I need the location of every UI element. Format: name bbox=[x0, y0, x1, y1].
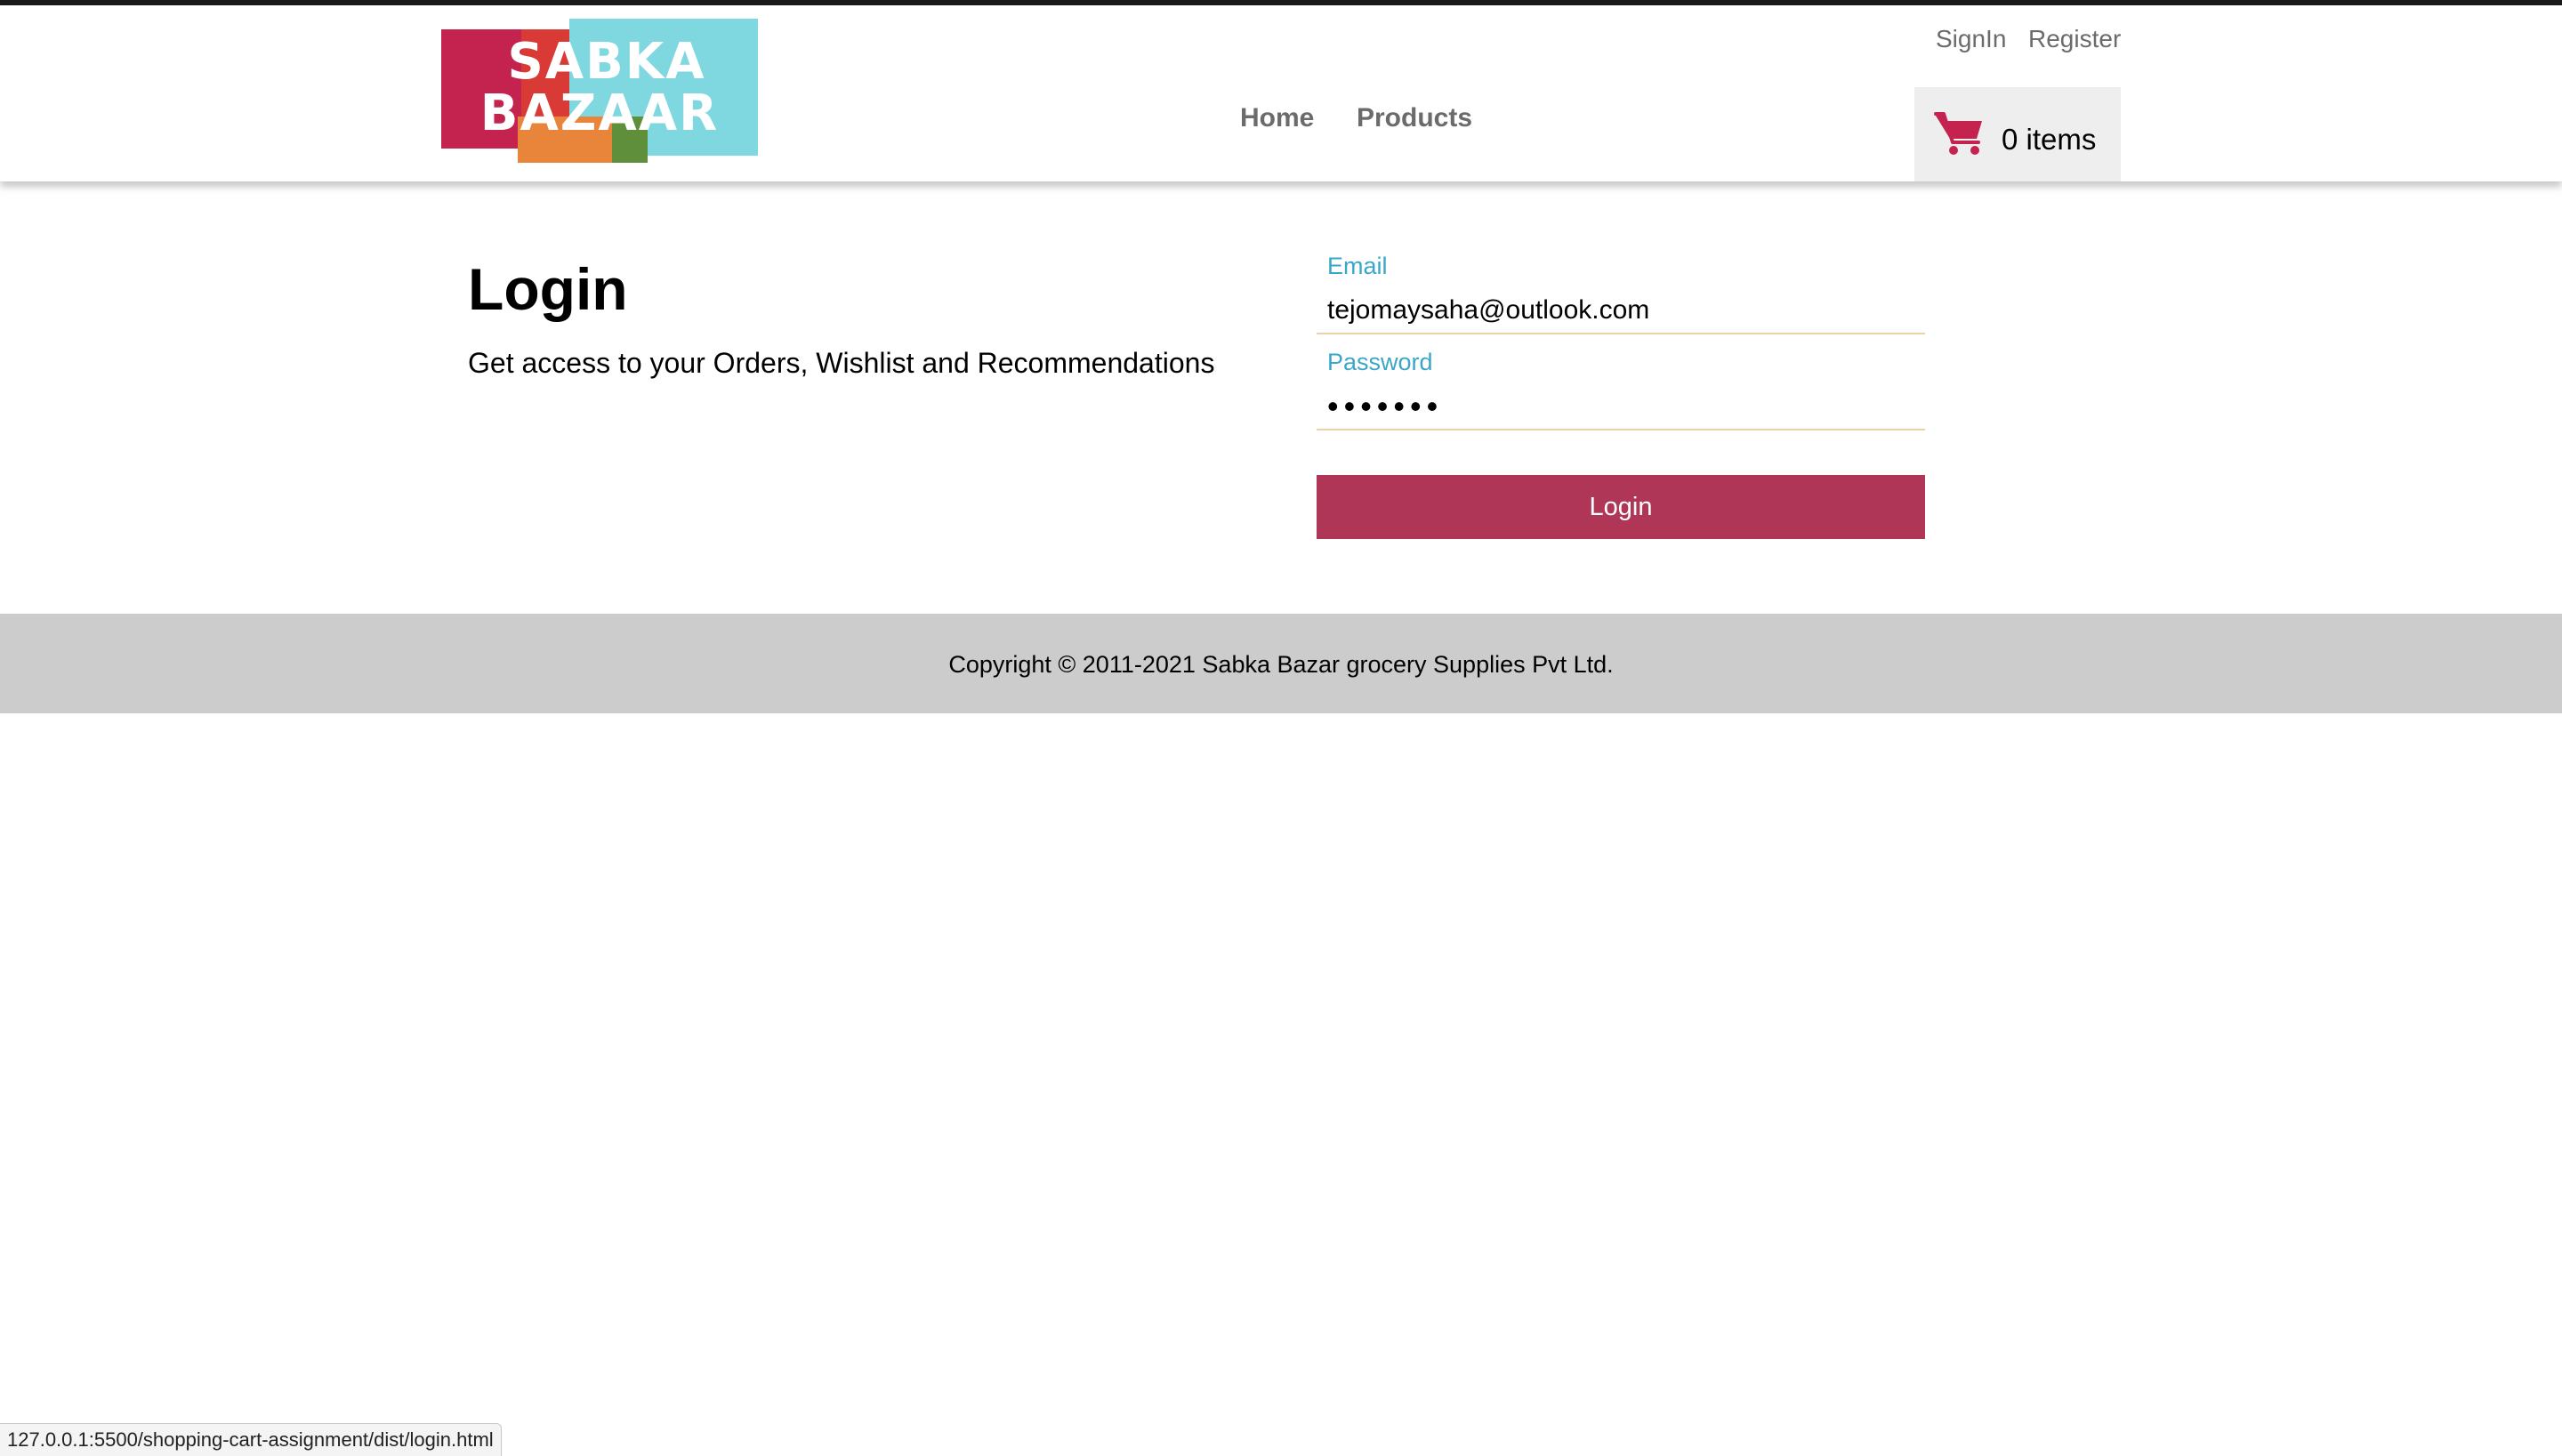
signin-link[interactable]: SignIn bbox=[1936, 25, 2006, 53]
password-field[interactable] bbox=[1317, 384, 1925, 430]
cart-item-count: 0 items bbox=[2002, 123, 2097, 156]
sabka-bazaar-logo[interactable]: SABKA BAZAAR bbox=[441, 19, 758, 166]
login-form: Email Password Login bbox=[1317, 249, 1925, 539]
nav-products-link[interactable]: Products bbox=[1357, 103, 1472, 133]
nav-home-link[interactable]: Home bbox=[1240, 103, 1314, 133]
register-link[interactable]: Register bbox=[2028, 25, 2121, 53]
status-bar-url: 127.0.0.1:5500/shopping-cart-assignment/… bbox=[0, 1423, 502, 1456]
cart-icon bbox=[1934, 112, 1982, 155]
password-field-group: Password bbox=[1317, 345, 1925, 441]
login-button[interactable]: Login bbox=[1317, 475, 1925, 539]
logo-text-line2: BAZAAR bbox=[479, 84, 720, 142]
cart-button[interactable]: 0 items bbox=[1914, 87, 2121, 181]
logo-text: SABKA BAZAAR bbox=[441, 36, 758, 140]
page-title: Login bbox=[468, 256, 628, 322]
password-label: Password bbox=[1327, 349, 1433, 375]
page-subtitle: Get access to your Orders, Wishlist and … bbox=[468, 347, 1215, 379]
email-field-group: Email bbox=[1317, 249, 1925, 345]
email-field[interactable] bbox=[1317, 288, 1925, 334]
logo-text-line1: SABKA bbox=[507, 33, 706, 91]
site-footer: Copyright © 2011-2021 Sabka Bazar grocer… bbox=[0, 614, 2562, 713]
email-label: Email bbox=[1327, 253, 1388, 279]
copyright-text: Copyright © 2011-2021 Sabka Bazar grocer… bbox=[948, 651, 1614, 678]
site-header: SABKA BAZAAR Home Products SignIn Regist… bbox=[0, 5, 2562, 181]
